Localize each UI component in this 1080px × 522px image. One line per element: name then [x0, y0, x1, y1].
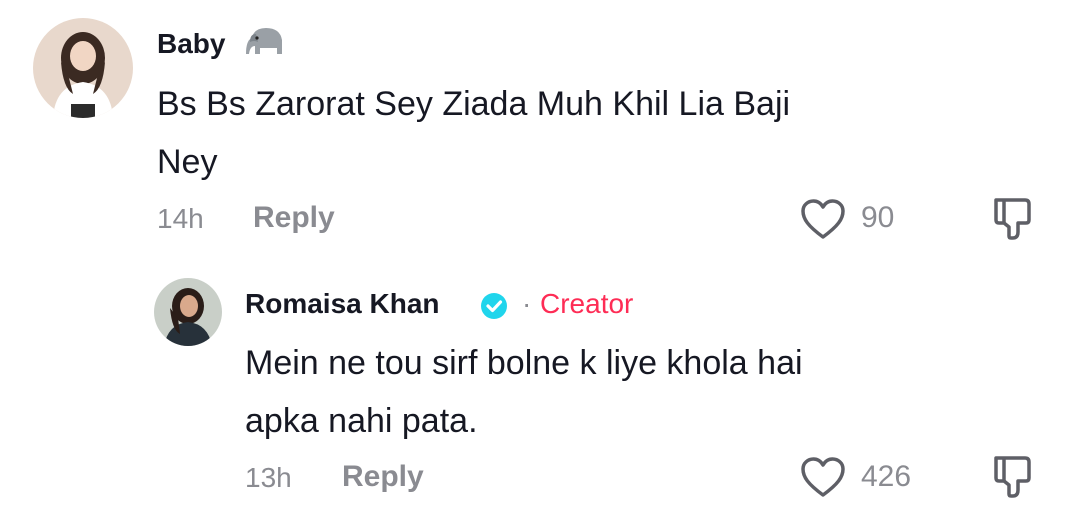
like-count: 90: [861, 201, 895, 234]
comment-text: Bs Bs Zarorat Sey Ziada Muh Khil Lia Baj…: [157, 85, 791, 181]
dislike-icon[interactable]: [991, 454, 1033, 505]
comment-text: Mein ne tou sirf bolne k liye khola hai …: [245, 344, 803, 440]
heart-icon[interactable]: [800, 456, 846, 503]
reply-button[interactable]: Reply: [342, 460, 424, 494]
like-count: 426: [861, 460, 912, 493]
reply-button[interactable]: Reply: [253, 201, 335, 235]
username[interactable]: Baby: [157, 28, 225, 60]
comment-time: 14h: [157, 203, 204, 234]
creator-label: Creator: [540, 288, 634, 319]
separator-dot: ·: [522, 288, 532, 319]
comment-item: Baby Bs Bs Zarorat Sey Ziada Muh Khil Li…: [0, 0, 1080, 250]
reply-comment-item: Romaisa Khan · Creator Mein ne tou sirf …: [0, 250, 1080, 522]
comment-time: 13h: [245, 462, 292, 493]
avatar[interactable]: [33, 18, 133, 118]
avatar[interactable]: [154, 278, 222, 346]
elephant-icon: [244, 24, 290, 64]
verified-badge-icon: [479, 291, 509, 321]
username[interactable]: Romaisa Khan: [245, 288, 440, 320]
dislike-icon[interactable]: [991, 196, 1033, 247]
heart-icon[interactable]: [800, 198, 846, 245]
